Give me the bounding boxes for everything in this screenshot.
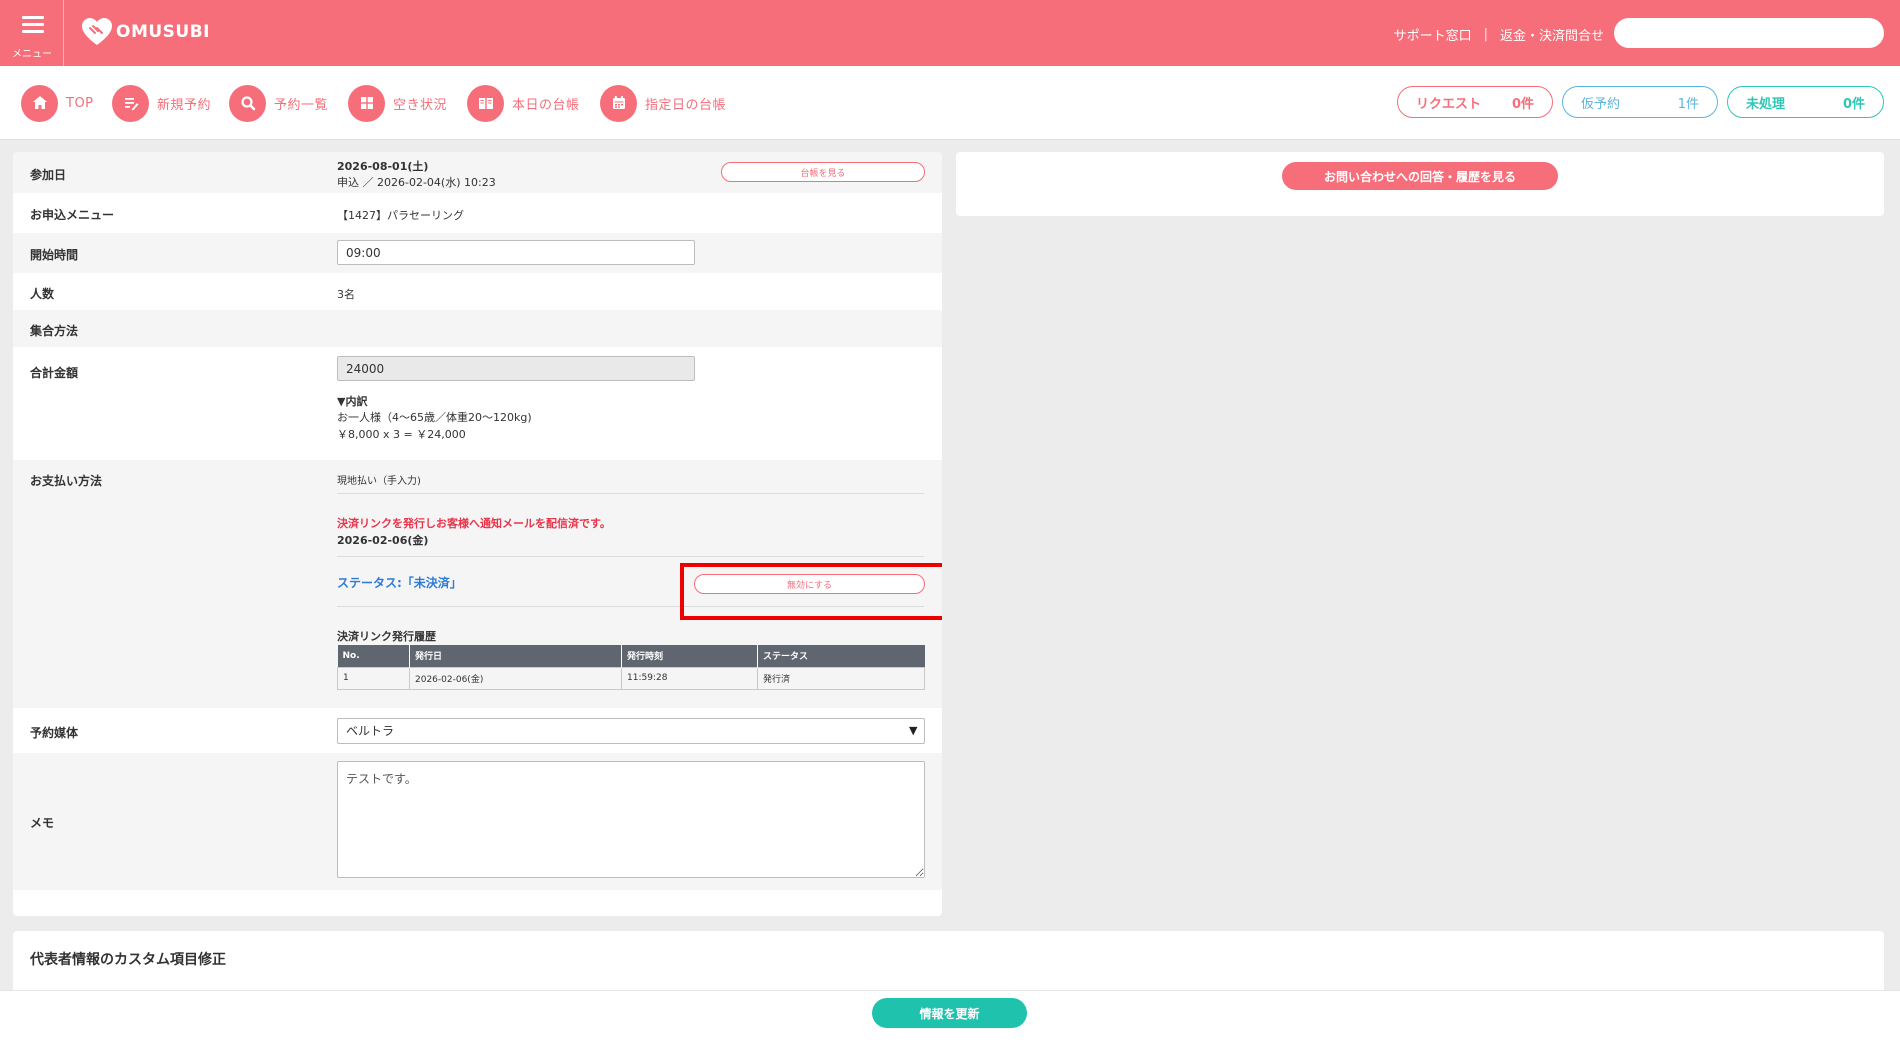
- support-link[interactable]: サポート窓口: [1394, 25, 1472, 44]
- heart-logo-icon: [82, 18, 112, 45]
- inquiry-card: お問い合わせへの回答・履歴を見る: [956, 152, 1884, 216]
- nav-date-ledger-label: 指定日の台帳: [645, 97, 727, 113]
- history-col-status: ステータス: [757, 645, 925, 667]
- history-header-row: No. 発行日 発行時刻 ステータス: [337, 645, 925, 667]
- history-col-time: 発行時刻: [621, 645, 758, 667]
- payment-history-table: No. 発行日 発行時刻 ステータス 1 2026-02-06(金) 11:59…: [337, 645, 925, 690]
- nav-top-label: TOP: [66, 95, 94, 111]
- reservation-detail-card: 参加日 2026-08-01(土) 申込 ／ 2026-02-04(水) 10:…: [13, 152, 942, 916]
- custom-fields-title: 代表者情報のカスタム項目修正: [30, 952, 226, 968]
- history-col-date: 発行日: [409, 645, 622, 667]
- people-label: 人数: [30, 287, 55, 301]
- participation-date-label: 参加日: [30, 168, 67, 182]
- nav-today-ledger-label: 本日の台帳: [512, 97, 580, 113]
- total-label: 合計金額: [30, 366, 79, 380]
- hamburger-icon: [22, 16, 44, 33]
- meeting-label: 集合方法: [30, 324, 79, 338]
- media-label: 予約媒体: [30, 726, 79, 740]
- breakdown-line-1: お一人様（4〜65歳／体重20〜120kg): [337, 411, 532, 424]
- request-pill-count: 0件: [1511, 96, 1534, 112]
- total-row: 合計金額 24000 ▼内訳 お一人様（4〜65歳／体重20〜120kg) ￥8…: [13, 347, 942, 460]
- people-row: 人数 3名: [13, 273, 942, 310]
- book-icon: [467, 84, 504, 122]
- applied-datetime: 申込 ／ 2026-02-04(水) 10:23: [337, 176, 496, 189]
- logo[interactable]: OMUSUBI: [80, 16, 210, 48]
- temp-pill-label: 仮予約: [1581, 96, 1621, 112]
- history-cell-date: 2026-02-06(金): [409, 666, 622, 690]
- history-cell-status: 発行済: [757, 666, 925, 690]
- start-time-input[interactable]: 09:00: [337, 240, 695, 265]
- start-time-label: 開始時間: [30, 248, 79, 262]
- nav-today-ledger[interactable]: 本日の台帳: [467, 84, 580, 122]
- temp-pill-count: 1件: [1677, 96, 1699, 112]
- refund-inquiry-link[interactable]: 返金・決済問合せ: [1500, 25, 1604, 44]
- total-amount-input: 24000: [337, 356, 695, 381]
- highlight-annotation: [680, 563, 942, 620]
- history-cell-time: 11:59:28: [621, 666, 758, 690]
- nav-availability[interactable]: 空き状況: [348, 84, 447, 122]
- menu-label: お申込メニュー: [30, 208, 115, 222]
- memo-label: メモ: [30, 816, 55, 830]
- payment-divider-1: [337, 493, 924, 494]
- nav-reservation-list-label: 予約一覧: [274, 97, 329, 113]
- nav-availability-label: 空き状況: [393, 97, 448, 113]
- main-toolbar: TOP 新規予約 予約一覧 空き状況 本日の台帳 指定日の台帳 リクエスト 0件: [0, 66, 1900, 140]
- breakdown-title: ▼内訳: [337, 395, 368, 408]
- header-search-input[interactable]: [1614, 18, 1884, 48]
- search-icon: [229, 84, 266, 122]
- payment-status: ステータス:「未決済」: [337, 576, 462, 590]
- nav-top[interactable]: TOP: [21, 84, 94, 122]
- participation-date-row: 参加日 2026-08-01(土) 申込 ／ 2026-02-04(水) 10:…: [13, 152, 942, 193]
- people-value: 3名: [337, 288, 355, 301]
- table-row: 1 2026-02-06(金) 11:59:28 発行済: [337, 666, 925, 690]
- nav-reservation-list[interactable]: 予約一覧: [229, 84, 328, 122]
- media-row: 予約媒体 ベルトラ ▼: [13, 708, 942, 753]
- header-links: サポート窓口 | 返金・決済問合せ: [1394, 25, 1604, 44]
- breakdown-line-2: ￥8,000 x 3 = ￥24,000: [337, 428, 466, 441]
- memo-row: メモ テストです。: [13, 753, 942, 890]
- request-pill-label: リクエスト: [1416, 96, 1482, 112]
- app-header: メニュー OMUSUBI サポート窓口 | 返金・決済問合せ: [0, 0, 1900, 66]
- logo-text: OMUSUBI: [116, 22, 211, 42]
- payment-method: 現地払い（手入力): [337, 476, 421, 487]
- inquiry-history-button[interactable]: お問い合わせへの回答・履歴を見る: [1282, 162, 1558, 190]
- memo-textarea[interactable]: テストです。: [337, 761, 925, 878]
- meeting-row: 集合方法: [13, 310, 942, 347]
- payment-date: 2026-02-06(金): [337, 534, 429, 547]
- edit-icon: [112, 84, 149, 122]
- request-count-pill[interactable]: リクエスト 0件: [1397, 86, 1553, 118]
- footer-action-bar: 情報を更新: [0, 990, 1900, 1047]
- payment-notice: 決済リンクを発行しお客様へ通知メールを配信済です。: [337, 517, 611, 530]
- payment-divider-2: [337, 556, 924, 557]
- menu-button[interactable]: メニュー: [0, 0, 64, 66]
- home-icon: [21, 84, 58, 122]
- media-select[interactable]: ベルトラ: [337, 718, 925, 744]
- calendar-icon: [600, 84, 637, 122]
- header-link-separator: |: [1483, 27, 1488, 42]
- unprocessed-pill-label: 未処理: [1746, 96, 1786, 112]
- view-ledger-button[interactable]: 台帳を見る: [721, 162, 925, 182]
- nav-date-ledger[interactable]: 指定日の台帳: [600, 84, 726, 122]
- participation-date-value: 2026-08-01(土): [337, 160, 429, 173]
- start-time-row: 開始時間 09:00: [13, 233, 942, 273]
- history-cell-no: 1: [337, 666, 410, 690]
- nav-new-reservation-label: 新規予約: [157, 97, 212, 113]
- menu-value: 【1427】パラセーリング: [337, 209, 464, 222]
- update-info-button[interactable]: 情報を更新: [872, 998, 1027, 1028]
- payment-label: お支払い方法: [30, 474, 103, 488]
- history-title: 決済リンク発行履歴: [337, 630, 436, 643]
- grid-icon: [348, 84, 385, 122]
- unprocessed-pill[interactable]: 未処理 0件: [1727, 86, 1884, 118]
- menu-label: メニュー: [12, 49, 52, 60]
- temp-reservation-pill[interactable]: 仮予約 1件: [1562, 86, 1718, 118]
- nav-new-reservation[interactable]: 新規予約: [112, 84, 211, 122]
- history-col-no: No.: [337, 645, 410, 667]
- menu-row: お申込メニュー 【1427】パラセーリング: [13, 193, 942, 233]
- unprocessed-pill-count: 0件: [1842, 96, 1865, 112]
